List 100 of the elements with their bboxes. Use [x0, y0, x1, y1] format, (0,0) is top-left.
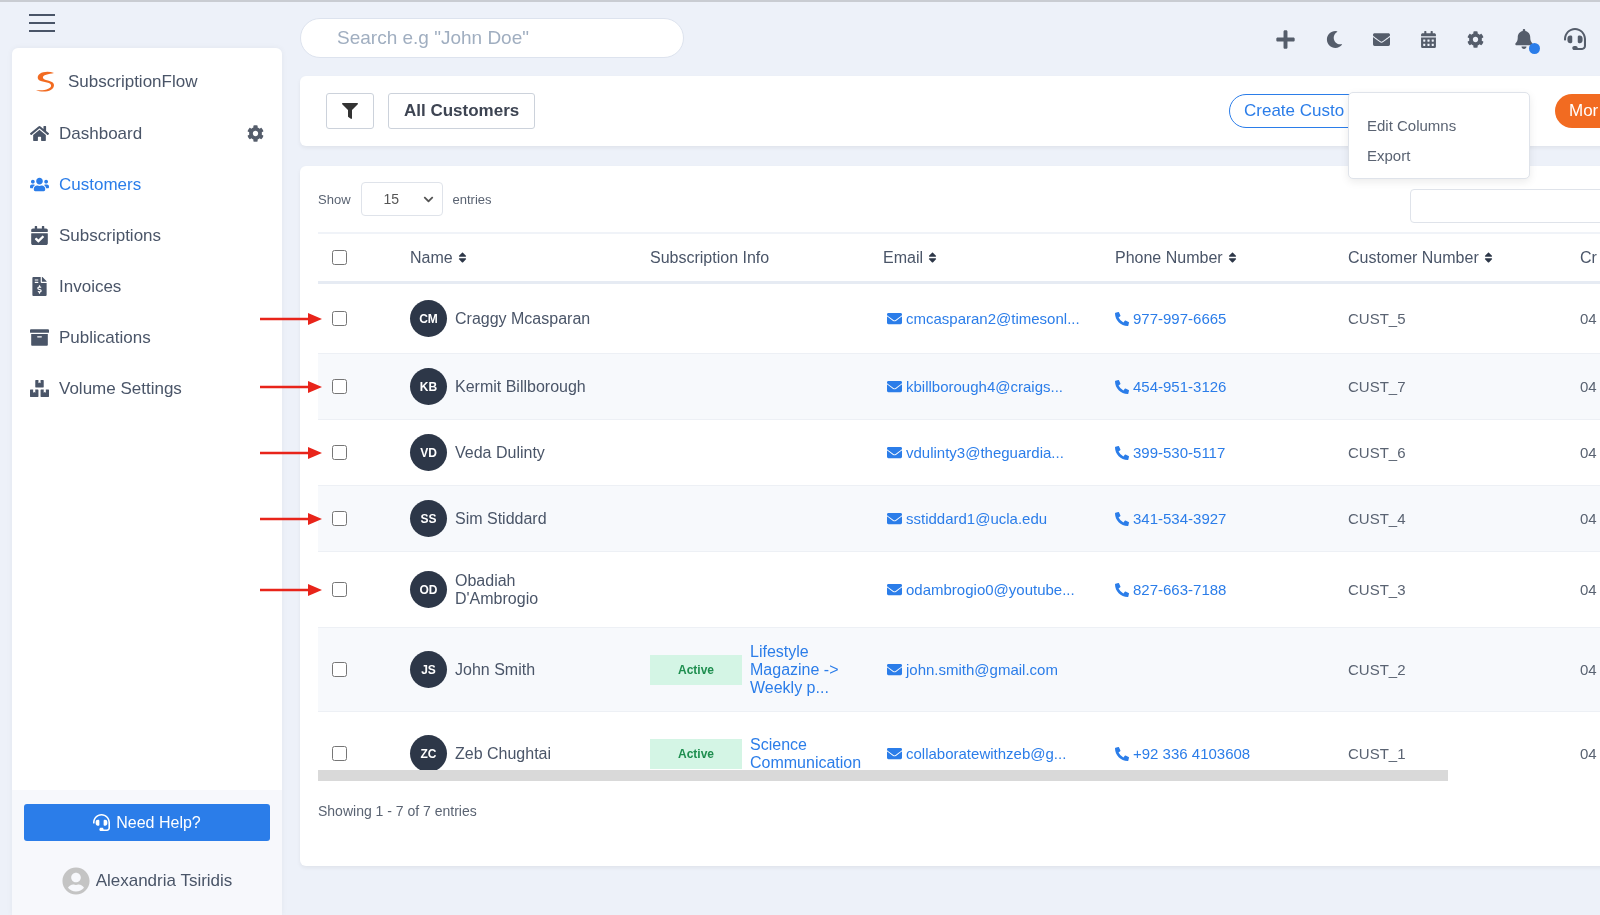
- customer-name: Veda Dulinty: [455, 443, 545, 462]
- customer-name: John Smith: [455, 660, 536, 679]
- initials-avatar: JS: [410, 651, 447, 688]
- plan-link[interactable]: Science Communication: [750, 735, 878, 770]
- menu-button[interactable]: [29, 14, 55, 32]
- sort-icon[interactable]: [926, 251, 939, 264]
- select-all-checkbox[interactable]: [332, 250, 347, 265]
- row-checkbox[interactable]: [332, 582, 347, 597]
- email-link[interactable]: cmcasparan2@timesonl...: [906, 309, 1080, 328]
- headset-icon: [93, 814, 111, 831]
- email-link[interactable]: odambrogio0@youtube...: [906, 580, 1075, 599]
- sidebar-item[interactable]: Publications: [30, 312, 264, 363]
- settings-icon[interactable]: [247, 125, 264, 142]
- customer-number: CUST_4: [1348, 510, 1406, 527]
- sidebar-item[interactable]: Subscriptions: [30, 210, 264, 261]
- row-checkbox[interactable]: [332, 379, 347, 394]
- users-icon: [30, 175, 49, 194]
- phone-icon: [1115, 311, 1129, 326]
- sidebar-item[interactable]: Dashboard: [30, 108, 264, 159]
- table-cell: 04: [1580, 378, 1597, 395]
- column-header[interactable]: Phone Number: [1115, 248, 1239, 267]
- show-label: Show: [318, 191, 351, 207]
- phone-link[interactable]: 399-530-5117: [1133, 443, 1226, 462]
- mail-icon: [887, 511, 902, 526]
- sidebar-item[interactable]: Customers: [30, 159, 264, 210]
- customer-number: CUST_2: [1348, 661, 1406, 678]
- customer-number: CUST_1: [1348, 745, 1406, 762]
- headset-icon[interactable]: [1564, 28, 1586, 50]
- phone-icon: [1115, 379, 1129, 394]
- email-link[interactable]: john.smith@gmail.com: [906, 660, 1058, 679]
- entries-label: entries: [452, 191, 492, 207]
- search-field[interactable]: Search e.g "John Doe": [300, 18, 684, 58]
- status-badge: Active: [650, 738, 742, 769]
- boxes-icon: [30, 379, 49, 398]
- column-header: Cr: [1580, 248, 1597, 267]
- phone-icon: [1115, 445, 1129, 460]
- column-header: Subscription Info: [650, 248, 770, 267]
- column-header[interactable]: Customer Number: [1348, 248, 1495, 267]
- table-search-field[interactable]: [1410, 189, 1600, 223]
- entries-summary: Showing 1 - 7 of 7 entries: [318, 802, 478, 819]
- row-checkbox[interactable]: [332, 662, 347, 677]
- sidebar-item[interactable]: Volume Settings: [30, 363, 264, 414]
- calendar-icon: [30, 226, 49, 245]
- customer-name: Sim Stiddard: [455, 509, 547, 528]
- email-link[interactable]: sstiddard1@ucla.edu: [906, 509, 1048, 528]
- filter-icon: [342, 103, 358, 119]
- mail-icon: [887, 311, 902, 326]
- user-name: Alexandria Tsiridis: [95, 871, 233, 891]
- table-cell: 04: [1580, 581, 1597, 598]
- customer-number: CUST_5: [1348, 310, 1406, 327]
- invoice-icon: [30, 277, 49, 296]
- column-header[interactable]: Name: [410, 248, 469, 267]
- add-icon[interactable]: [1275, 28, 1296, 50]
- email-link[interactable]: kbillborough4@craigs...: [906, 377, 1063, 396]
- more-button[interactable]: Mor: [1555, 94, 1600, 128]
- settings-icon[interactable]: [1467, 30, 1484, 48]
- calendar-icon[interactable]: [1420, 30, 1437, 48]
- customer-number: CUST_3: [1348, 581, 1406, 598]
- phone-icon: [1115, 582, 1129, 597]
- mail-icon: [887, 662, 902, 677]
- view-button[interactable]: All Customers: [388, 93, 536, 129]
- mail-icon: [887, 445, 902, 460]
- initials-avatar: CM: [410, 300, 447, 337]
- page-size-select[interactable]: 15: [360, 182, 443, 216]
- customer-name: Zeb Chughtai: [455, 744, 552, 763]
- plan-link[interactable]: Lifestyle Magazine -> Weekly p...: [750, 642, 878, 697]
- phone-link[interactable]: 341-534-3927: [1133, 509, 1227, 528]
- initials-avatar: ZC: [410, 735, 447, 770]
- customer-name: Obadiah D'Ambrogio: [455, 571, 540, 608]
- archive-icon: [30, 328, 49, 347]
- horizontal-scrollbar[interactable]: [318, 770, 1448, 781]
- phone-link[interactable]: 977-997-6665: [1133, 309, 1227, 328]
- phone-link[interactable]: +92 336 4103608: [1133, 744, 1251, 763]
- brand-name: SubscriptionFlow: [68, 72, 198, 92]
- column-header[interactable]: Email: [883, 248, 939, 267]
- row-checkbox[interactable]: [332, 511, 347, 526]
- mail-icon[interactable]: [1373, 30, 1390, 48]
- moon-icon[interactable]: [1326, 30, 1343, 48]
- home-icon: [30, 124, 49, 143]
- status-badge: Active: [650, 654, 742, 685]
- email-link[interactable]: vdulinty3@theguardia...: [906, 443, 1064, 462]
- help-button[interactable]: Need Help?: [24, 804, 270, 841]
- row-checkbox[interactable]: [332, 746, 347, 761]
- table-cell: 04: [1580, 310, 1597, 327]
- bell-icon[interactable]: [1514, 29, 1534, 49]
- menu-item[interactable]: Export: [1349, 147, 1529, 164]
- table-cell: 04: [1580, 444, 1597, 461]
- initials-avatar: VD: [410, 434, 447, 471]
- mail-icon: [887, 379, 902, 394]
- filter-button[interactable]: [326, 93, 374, 129]
- table-cell: 04: [1580, 745, 1597, 762]
- phone-icon: [1115, 511, 1129, 526]
- row-checkbox[interactable]: [332, 311, 347, 326]
- mail-icon: [887, 582, 902, 597]
- sidebar-item[interactable]: Invoices: [30, 261, 264, 312]
- row-checkbox[interactable]: [332, 445, 347, 460]
- phone-link[interactable]: 827-663-7188: [1133, 580, 1227, 599]
- email-link[interactable]: collaboratewithzeb@g...: [906, 744, 1067, 763]
- phone-link[interactable]: 454-951-3126: [1133, 377, 1227, 396]
- mail-icon: [887, 746, 902, 761]
